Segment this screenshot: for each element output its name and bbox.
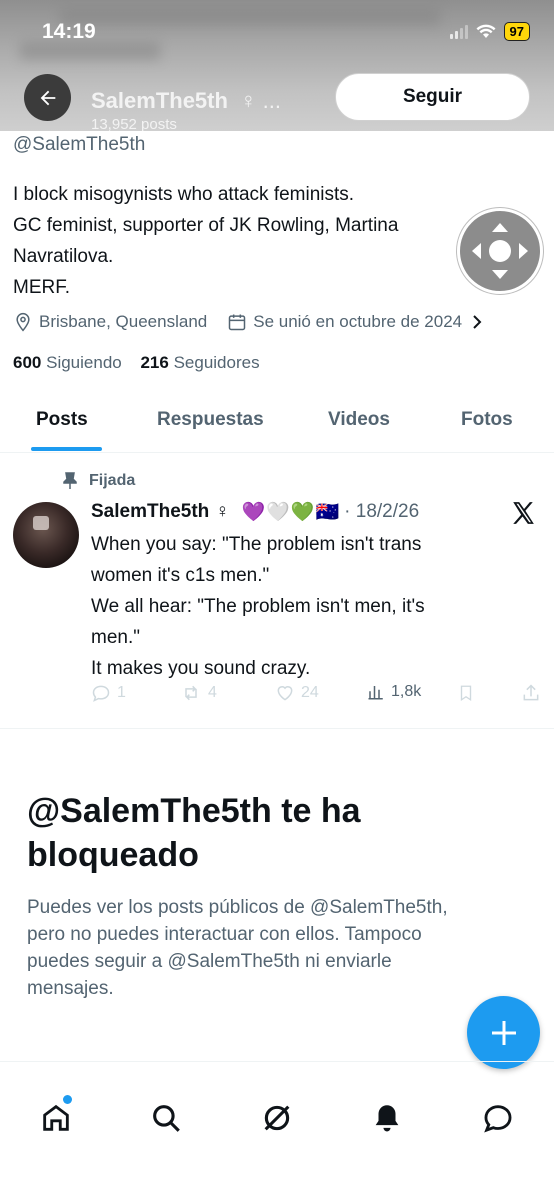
- avatar[interactable]: [13, 502, 79, 568]
- wifi-icon: [476, 24, 496, 38]
- followers-link[interactable]: 216 Seguidores: [140, 353, 259, 372]
- cellular-signal-icon: [449, 24, 468, 39]
- nav-messages[interactable]: [478, 1098, 518, 1138]
- pin-icon: [63, 472, 77, 489]
- repost-count: 4: [208, 684, 217, 701]
- battery-indicator: 97: [503, 22, 530, 41]
- nav-grok[interactable]: [257, 1098, 297, 1138]
- like-button[interactable]: 24: [275, 683, 319, 703]
- bio-line: Navratilova.: [13, 246, 114, 267]
- grok-icon: [264, 1105, 290, 1131]
- header-profile-name: SalemThe5th ♀ ...: [91, 88, 281, 114]
- like-count: 24: [301, 684, 319, 701]
- following-count: 600: [13, 353, 42, 372]
- followers-label: Seguidores: [173, 353, 260, 372]
- tab-replies[interactable]: Respuestas: [157, 409, 264, 431]
- header-name-text: SalemThe5th: [91, 88, 228, 113]
- blocked-desc-line: mensajes.: [27, 978, 114, 999]
- post-header: SalemThe5th ♀ 💜🤍💚🇦🇺 · 18/2/26: [91, 500, 419, 524]
- share-button[interactable]: [521, 683, 541, 703]
- bookmark-button[interactable]: [457, 683, 475, 703]
- post-text-line: When you say: "The problem isn't trans: [91, 534, 422, 555]
- follow-button[interactable]: Seguir: [335, 73, 530, 121]
- plus-icon: [491, 1020, 516, 1045]
- x-logo-icon: [510, 500, 536, 531]
- share-icon: [523, 684, 539, 701]
- profile-tabs: Posts Respuestas Videos Fotos: [0, 393, 554, 453]
- repost-button[interactable]: 4: [180, 683, 217, 703]
- profile-handle: @SalemThe5th: [13, 134, 146, 155]
- compose-post-button[interactable]: [467, 996, 540, 1069]
- pinned-label: Fijada: [63, 472, 135, 490]
- bio-line: MERF.: [13, 277, 70, 298]
- tab-videos[interactable]: Videos: [328, 409, 390, 431]
- bio-line: I block misogynists who attack feminists…: [13, 184, 355, 205]
- active-tab-indicator: [31, 447, 102, 451]
- post-text: When you say: "The problem isn't trans w…: [91, 529, 511, 684]
- arrow-left-icon: [40, 90, 55, 105]
- like-icon: [277, 686, 293, 701]
- bottom-navigation: [0, 1080, 554, 1156]
- profile-bio: I block misogynists who attack feminists…: [13, 179, 483, 303]
- follow-stats: 600 Siguiendo 216 Seguidores: [13, 353, 260, 373]
- home-icon: [43, 1104, 69, 1131]
- post-date[interactable]: · 18/2/26: [344, 501, 419, 523]
- post-text-line: We all hear: "The problem isn't men, it'…: [91, 596, 425, 617]
- profile-meta: Brisbane, Queensland Se unió en octubre …: [13, 312, 490, 332]
- post-author-symbol: ♀: [215, 501, 230, 522]
- divider: [0, 1061, 554, 1062]
- post-actions: 1 4 24 1,8k: [91, 683, 541, 707]
- bio-line: GC feminist, supporter of JK Rowling, Ma…: [13, 215, 399, 236]
- blocked-desc-line: Puedes ver los posts públicos de @SalemT…: [27, 897, 448, 918]
- profile-joined-date: Se unió en octubre de 2024: [253, 312, 463, 331]
- blocked-description: Puedes ver los posts públicos de @SalemT…: [27, 894, 527, 1002]
- chevron-right-icon[interactable]: [470, 314, 484, 330]
- pinned-text: Fijada: [89, 472, 136, 489]
- views-icon: [368, 686, 383, 700]
- profile-location: Brisbane, Queensland: [39, 312, 208, 331]
- back-button[interactable]: [24, 74, 71, 121]
- floating-navigation-control[interactable]: [457, 208, 543, 294]
- followers-count: 216: [140, 353, 169, 372]
- calendar-icon: [227, 312, 247, 332]
- post-author-emojis: 💜🤍💚🇦🇺: [241, 502, 341, 523]
- blocked-desc-line: pero no puedes interactuar con ellos. Ta…: [27, 924, 422, 945]
- following-link[interactable]: 600 Siguiendo: [13, 353, 122, 372]
- search-icon: [153, 1105, 180, 1132]
- status-time: 14:19: [42, 20, 96, 43]
- post-text-line: women it's c1s men.": [91, 565, 270, 586]
- post-text-line: men.": [91, 627, 140, 648]
- blocked-title-line: bloqueado: [27, 836, 199, 874]
- post-text-line: It makes you sound crazy.: [91, 658, 311, 679]
- nav-notifications[interactable]: [367, 1098, 407, 1138]
- post-author-name[interactable]: SalemThe5th: [91, 501, 209, 523]
- blocked-desc-line: puedes seguir a @SalemThe5th ni enviarle: [27, 951, 392, 972]
- blocked-title-line: @SalemThe5th te ha: [27, 792, 361, 830]
- directional-pad-icon: [472, 223, 528, 279]
- location-icon: [13, 312, 33, 332]
- views-button[interactable]: 1,8k: [367, 683, 421, 701]
- tab-photos[interactable]: Fotos: [461, 409, 513, 431]
- notification-dot: [63, 1095, 72, 1104]
- tab-posts[interactable]: Posts: [36, 409, 88, 431]
- view-count: 1,8k: [391, 683, 422, 700]
- repost-icon: [185, 685, 197, 701]
- nav-home[interactable]: [36, 1098, 76, 1138]
- header-posts-count: 13,952 posts: [91, 116, 177, 131]
- notifications-icon: [375, 1105, 399, 1132]
- status-icons: 97: [449, 22, 530, 41]
- nav-search[interactable]: [146, 1098, 186, 1138]
- following-label: Siguiendo: [46, 353, 122, 372]
- header-name-suffix: ♀ ...: [240, 88, 282, 113]
- reply-icon: [92, 685, 110, 702]
- reply-count: 1: [117, 684, 126, 701]
- messages-icon: [484, 1105, 512, 1133]
- divider: [0, 728, 554, 729]
- bookmark-icon: [460, 685, 472, 702]
- blocked-title: @SalemThe5th te ha bloqueado: [27, 789, 527, 877]
- reply-button[interactable]: 1: [91, 683, 126, 703]
